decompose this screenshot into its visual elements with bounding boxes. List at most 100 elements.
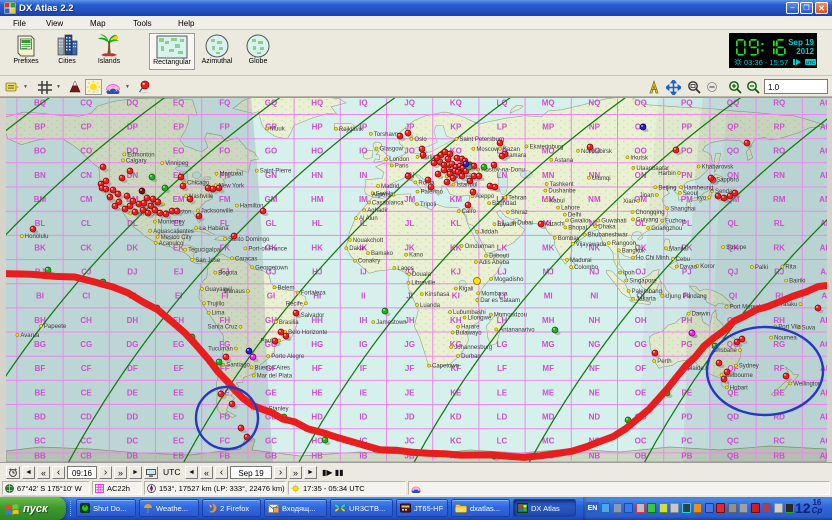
svg-text:IM: IM: [359, 195, 368, 204]
svg-text:Djibouti: Djibouti: [489, 254, 509, 260]
svg-text:FQ: FQ: [219, 98, 230, 107]
svg-text:FH: FH: [219, 316, 230, 325]
svg-text:DQ: DQ: [126, 98, 138, 107]
svg-text:OJ: OJ: [635, 268, 646, 277]
svg-text:Lahore: Lahore: [561, 206, 580, 212]
svg-text:Singapore: Singapore: [629, 279, 657, 285]
svg-text:GE: GE: [265, 388, 277, 397]
svg-text:Sep 19: Sep 19: [788, 38, 814, 47]
svg-text:BD: BD: [34, 413, 46, 422]
svg-text:Casablanca: Casablanca: [372, 201, 404, 207]
svg-text:Rita: Rita: [785, 265, 796, 271]
svg-text:FC: FC: [219, 437, 230, 446]
svg-text:HP: HP: [312, 123, 324, 132]
svg-text:Porto Alegre: Porto Alegre: [271, 354, 305, 360]
svg-text:CH: CH: [80, 316, 92, 325]
svg-text:Bamako: Bamako: [371, 251, 394, 257]
svg-text:Karachi: Karachi: [544, 222, 564, 228]
svg-text:BG: BG: [34, 340, 46, 349]
svg-text:JO: JO: [404, 147, 415, 156]
svg-text:Georgetown: Georgetown: [255, 265, 288, 271]
svg-text:JG: JG: [404, 340, 415, 349]
svg-text:KP: KP: [450, 123, 462, 132]
svg-text:La Habana: La Habana: [199, 226, 229, 232]
svg-text:RC: RC: [773, 437, 785, 446]
svg-text:CL: CL: [81, 219, 92, 228]
svg-text:NI: NI: [590, 292, 598, 301]
svg-text:BO: BO: [34, 147, 46, 156]
svg-text:DE: DE: [127, 388, 139, 397]
svg-text:BP: BP: [34, 123, 46, 132]
svg-text:Dushanbe: Dushanbe: [548, 189, 576, 195]
svg-text:Cebu: Cebu: [676, 257, 690, 263]
svg-text:Dar es Salaam: Dar es Salaam: [480, 298, 520, 304]
svg-text:Rejkjavik: Rejkjavik: [339, 127, 364, 133]
svg-text:IJ: IJ: [360, 268, 367, 277]
svg-text:Koror: Koror: [700, 264, 715, 270]
svg-text:Irkutsk: Irkutsk: [630, 155, 649, 161]
svg-text:Aghadir: Aghadir: [367, 208, 388, 214]
svg-text:KH: KH: [450, 316, 462, 325]
svg-text:Glasgow: Glasgow: [380, 147, 404, 153]
svg-text:CK: CK: [80, 243, 92, 252]
svg-text:Jamestown: Jamestown: [376, 320, 406, 326]
svg-text:GQ: GQ: [265, 98, 277, 107]
svg-text:HN: HN: [311, 171, 323, 180]
svg-text:OE: OE: [635, 388, 647, 397]
svg-text:Capetown: Capetown: [432, 364, 459, 370]
svg-text:PB: PB: [681, 452, 692, 461]
svg-text:Vijayawada: Vijayawada: [576, 242, 607, 248]
svg-text:Salvador: Salvador: [301, 313, 325, 319]
svg-text:MH: MH: [542, 316, 555, 325]
svg-text:03:36 - 15:57: 03:36 - 15:57: [744, 58, 788, 67]
svg-text:Ulumqi: Ulumqi: [592, 176, 611, 182]
svg-text:QO: QO: [727, 147, 739, 156]
svg-text:DB: DB: [127, 452, 139, 461]
svg-text:FD: FD: [219, 413, 230, 422]
svg-text:OC: OC: [635, 437, 647, 446]
svg-text:Hamilton: Hamilton: [240, 204, 264, 210]
svg-text:Wellington: Wellington: [793, 382, 821, 388]
svg-text:Calgary: Calgary: [126, 158, 147, 164]
svg-text:BF: BF: [35, 364, 46, 373]
svg-text:Vinnipeg: Vinnipeg: [165, 161, 188, 167]
svg-text:RM: RM: [773, 195, 786, 204]
svg-text:KI: KI: [452, 292, 460, 301]
svg-text:RL: RL: [774, 219, 785, 228]
svg-text:Dakar: Dakar: [349, 246, 365, 252]
svg-text:Madurai: Madurai: [570, 258, 592, 264]
svg-text:Bangkok: Bangkok: [622, 248, 646, 254]
svg-text:Mombasa: Mombasa: [481, 291, 508, 297]
svg-text:II: II: [361, 292, 365, 301]
svg-text:IE: IE: [360, 388, 368, 397]
svg-text:KQ: KQ: [450, 98, 462, 107]
svg-text:HG: HG: [311, 340, 323, 349]
svg-text:MC: MC: [542, 437, 555, 446]
svg-text:EO: EO: [173, 147, 185, 156]
svg-text:BL: BL: [35, 219, 46, 228]
svg-text:Fuzhou: Fuzhou: [665, 219, 685, 225]
svg-text:LE: LE: [497, 388, 508, 397]
svg-text:RB: RB: [773, 452, 785, 461]
svg-text:Trujillo: Trujillo: [207, 301, 225, 307]
svg-text:Bogota: Bogota: [218, 271, 238, 277]
svg-text:London: London: [389, 157, 409, 163]
svg-text:Brasilia: Brasilia: [279, 320, 299, 326]
svg-text:IQ: IQ: [359, 98, 367, 107]
svg-text:HO: HO: [311, 147, 323, 156]
svg-text:JC: JC: [404, 437, 414, 446]
svg-text:Port-of-France: Port-of-France: [248, 246, 287, 252]
svg-text:DD: DD: [127, 413, 139, 422]
svg-text:Colombo: Colombo: [574, 265, 599, 271]
svg-text:MP: MP: [542, 123, 555, 132]
svg-text:Papeete: Papeete: [44, 324, 67, 330]
svg-text:Bhubaneshwar: Bhubaneshwar: [588, 233, 628, 239]
svg-text:QD: QD: [727, 413, 739, 422]
svg-text:CP: CP: [81, 123, 93, 132]
svg-text:BQ: BQ: [34, 98, 46, 107]
svg-text:Guangzhou: Guangzhou: [651, 226, 682, 232]
svg-text:Recife: Recife: [286, 301, 304, 307]
svg-text:JD: JD: [404, 413, 414, 422]
svg-text:DJ: DJ: [127, 268, 137, 277]
svg-text:JE: JE: [405, 388, 415, 397]
